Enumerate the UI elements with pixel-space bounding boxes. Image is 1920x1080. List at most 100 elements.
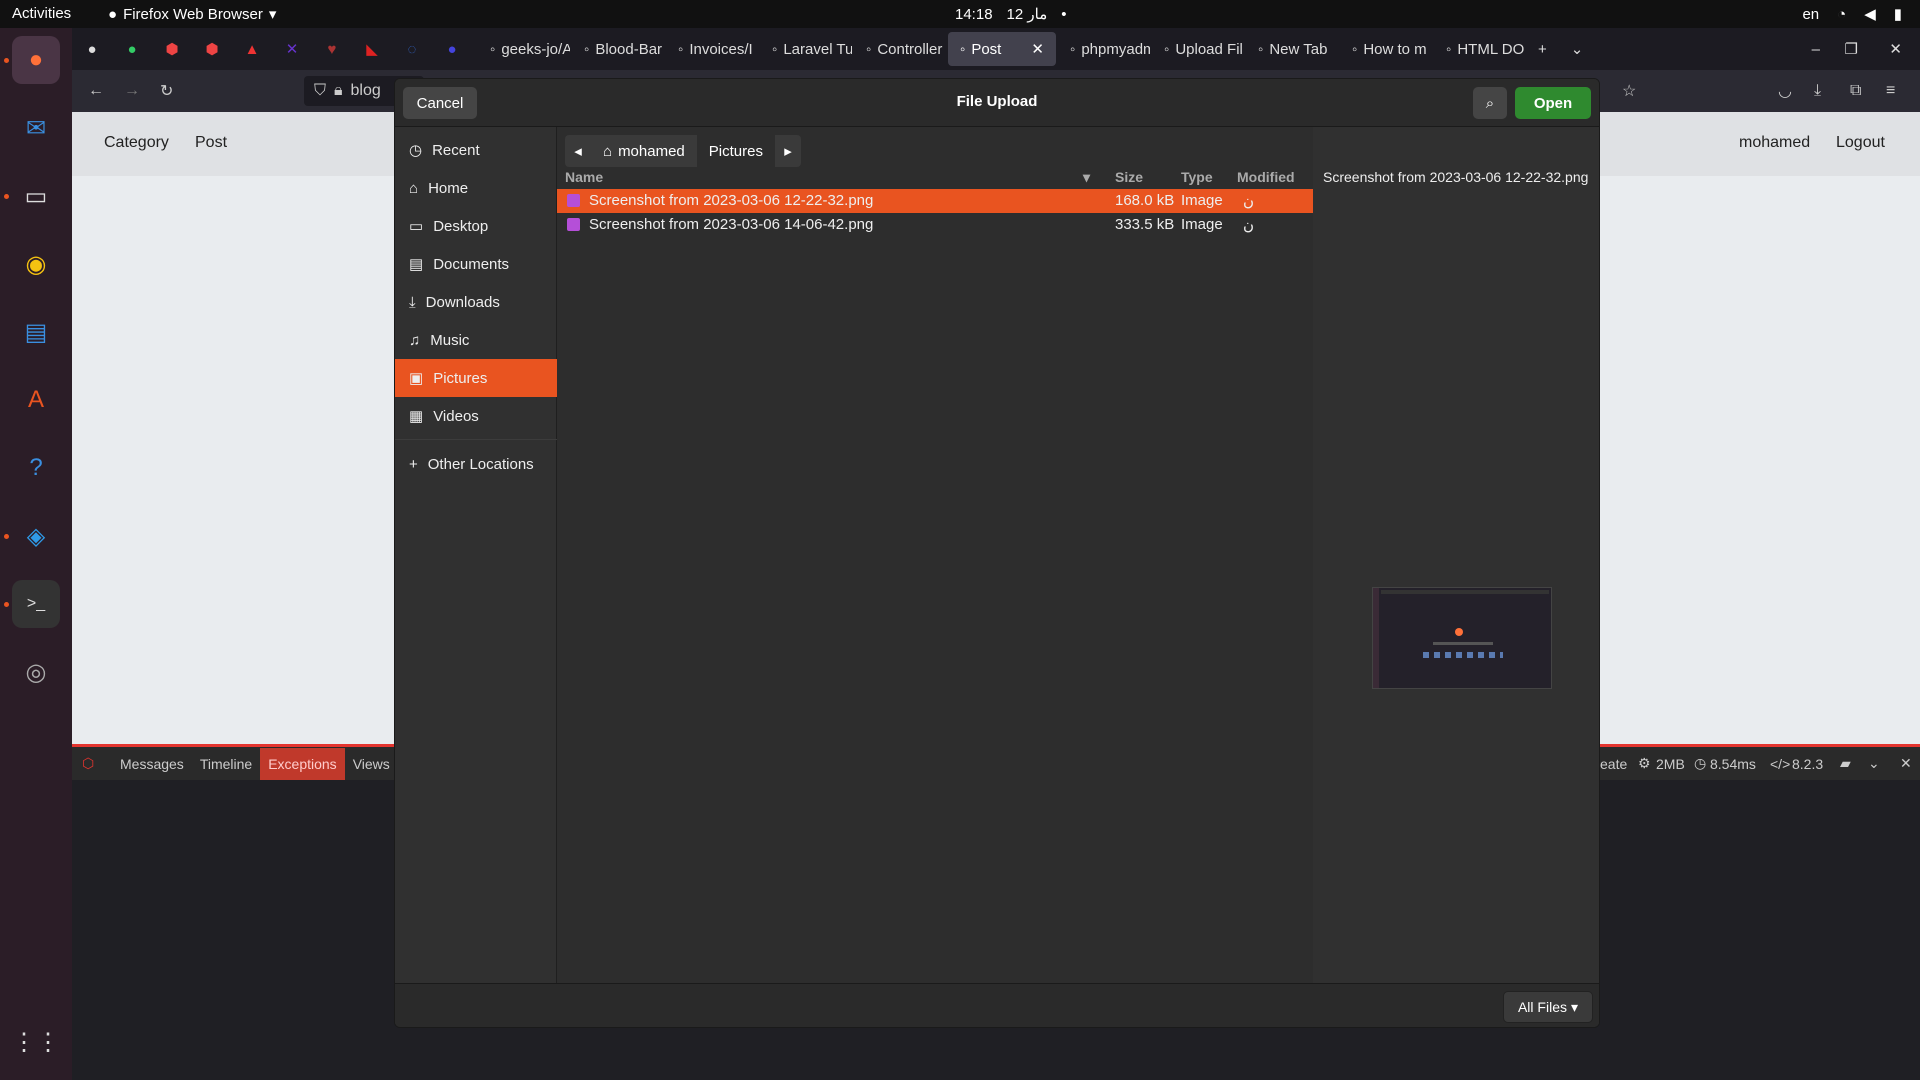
path-segment-label: mohamed (618, 142, 685, 160)
pinned-tab-icon[interactable]: ▲ (232, 41, 272, 58)
laravel-icon[interactable]: ⬡ (82, 755, 112, 772)
sidebar-item-music[interactable]: ♫ Music (395, 321, 557, 359)
minimize-icon[interactable]: – (1812, 41, 1820, 58)
tab-label: phpmyadmin (1081, 40, 1150, 58)
window-close-icon[interactable]: ✕ (1889, 40, 1902, 58)
pinned-tab-icon[interactable]: ◣ (352, 40, 392, 58)
sidebar-item-other-locations[interactable]: + Other Locations (395, 445, 557, 483)
sidebar-item-home[interactable]: ⌂ Home (395, 169, 557, 207)
restore-icon[interactable]: ❐ (1845, 40, 1858, 58)
path-segment-home[interactable]: ⌂ mohamed (591, 135, 697, 167)
system-tray[interactable]: en ◔ ◀ ▮ (1802, 5, 1902, 24)
help-dock-icon[interactable]: ? (12, 444, 60, 492)
dialog-title: File Upload (956, 93, 1038, 110)
open-button[interactable]: Open (1515, 87, 1591, 119)
new-tab-icon[interactable]: + (1538, 41, 1547, 58)
software-dock-icon[interactable]: A (12, 376, 60, 424)
tab-list-icon[interactable]: ⌄ (1571, 40, 1584, 58)
tab-4[interactable]: ◦ Controller (854, 32, 946, 66)
pinned-tab-icon[interactable]: ● (112, 41, 152, 58)
pinned-tab-icon[interactable]: ✕ (272, 40, 312, 58)
activities-button[interactable]: Activities (12, 5, 71, 22)
tab-2[interactable]: ◦ Invoices/I (666, 32, 758, 66)
pinned-tab-icon[interactable]: ♥ (312, 41, 352, 58)
downloads-icon[interactable]: ⤓ (1814, 82, 1821, 100)
sidebar-separator (395, 439, 557, 440)
pinned-tab-icon[interactable]: ⬢ (152, 40, 192, 58)
tab-0[interactable]: ◦ geeks-jo/A (478, 32, 570, 66)
user-name[interactable]: mohamed (1739, 134, 1810, 152)
tab-7[interactable]: ◦ Upload Fil (1152, 32, 1244, 66)
nav-link-post[interactable]: Post (195, 134, 227, 152)
writer-dock-icon[interactable]: ▤ (12, 308, 60, 356)
preview-filename: Screenshot from 2023-03-06 12-22-32.png (1323, 169, 1589, 185)
pinned-tab-icon[interactable]: ● (432, 41, 472, 58)
tab-3[interactable]: ◦ Laravel Tu (760, 32, 852, 66)
sort-down-icon[interactable]: ▾ (1083, 169, 1090, 186)
sidebar-item-downloads[interactable]: ⤓ Downloads (395, 283, 557, 321)
logout-link[interactable]: Logout (1836, 134, 1885, 152)
tab-label: Controller (877, 40, 943, 58)
disc-dock-icon[interactable]: ◎ (12, 648, 60, 696)
sidebar-item-pictures[interactable]: ▣ Pictures (395, 359, 557, 397)
file-row[interactable]: Screenshot from 2023-03-06 12-22-32.png 1… (557, 189, 1313, 213)
forward-icon[interactable]: → (124, 82, 140, 100)
tab-label: Laravel Tu (783, 40, 852, 58)
pinned-tab-icon[interactable]: ⬢ (192, 40, 232, 58)
sidebar-item-documents[interactable]: ▤ Documents (395, 245, 557, 283)
thunderbird-dock-icon[interactable]: ✉ (12, 104, 60, 152)
menu-icon[interactable]: ≡ (1886, 82, 1895, 100)
tab-10[interactable]: ◦ HTML DO (1434, 32, 1526, 66)
sidebar-item-recent[interactable]: ◷ Recent (395, 131, 557, 169)
tab-close-icon[interactable]: ✕ (1031, 40, 1044, 58)
clock[interactable]: 14:18 12 مار • (955, 5, 1067, 24)
column-name[interactable]: Name (565, 169, 603, 185)
firefox-view-icon[interactable]: ● (72, 41, 112, 58)
files-dock-icon[interactable]: ▭ (12, 172, 60, 220)
tab-1[interactable]: ◦ Blood-Bar (572, 32, 664, 66)
tab-6[interactable]: ◦ phpmyadmin (1058, 32, 1150, 66)
debug-tab-timeline[interactable]: Timeline (192, 756, 260, 772)
debug-close-icon[interactable]: ✕ (1900, 755, 1912, 772)
pinned-tab-icon[interactable]: ◌ (392, 41, 432, 58)
language-indicator[interactable]: en (1802, 6, 1819, 23)
terminal-dock-icon[interactable]: >_ (12, 580, 60, 628)
path-back-icon[interactable]: ◂ (565, 135, 591, 167)
column-modified[interactable]: Modified (1237, 169, 1295, 185)
rhythmbox-dock-icon[interactable]: ◉ (12, 240, 60, 288)
debug-tab-views[interactable]: Views (345, 756, 398, 772)
tab-9[interactable]: ◦ How to m (1340, 32, 1432, 66)
debug-tab-messages[interactable]: Messages (112, 756, 192, 772)
extensions-icon[interactable]: ⧉ (1850, 82, 1861, 100)
column-size[interactable]: Size (1115, 169, 1143, 185)
path-segment-pictures[interactable]: Pictures (696, 135, 775, 167)
back-icon[interactable]: ← (88, 82, 104, 100)
debug-time: 8.54ms (1710, 755, 1756, 772)
sidebar-item-desktop[interactable]: ▭ Desktop (395, 207, 557, 245)
file-modified: ن (1243, 193, 1255, 210)
picture-icon: ▣ (409, 370, 424, 387)
apps-grid-icon[interactable]: ⋮⋮ (12, 1018, 60, 1066)
path-forward-icon[interactable]: ▸ (774, 135, 801, 167)
firefox-dock-icon[interactable]: ● (12, 36, 60, 84)
home-icon: ⌂ (409, 179, 419, 197)
bookmark-star-icon[interactable]: ☆ (1622, 81, 1636, 101)
debug-tab-exceptions[interactable]: Exceptions (260, 747, 345, 780)
vscode-dock-icon[interactable]: ◈ (12, 512, 60, 560)
sidebar-item-label: Other Locations (427, 455, 534, 473)
pocket-icon[interactable]: ◡ (1778, 81, 1792, 101)
search-icon[interactable]: ⌕ (1473, 87, 1507, 119)
file-row[interactable]: Screenshot from 2023-03-06 14-06-42.png 3… (557, 213, 1313, 237)
folder-icon[interactable]: ▰ (1840, 755, 1851, 772)
nav-link-category[interactable]: Category (104, 134, 169, 152)
file-filter-dropdown[interactable]: All Files ▾ (1503, 991, 1593, 1023)
tab-favicon-icon: ◦ (1352, 40, 1358, 58)
column-type[interactable]: Type (1181, 169, 1213, 185)
tab-5[interactable]: ◦ Post ✕ (948, 32, 1056, 66)
tab-8[interactable]: ◦ New Tab (1246, 32, 1338, 66)
sidebar-item-label: Desktop (433, 217, 489, 235)
app-menu[interactable]: ● Firefox Web Browser ▾ (108, 5, 276, 24)
reload-icon[interactable]: ↻ (160, 81, 173, 101)
collapse-icon[interactable]: ⌄ (1868, 755, 1880, 772)
sidebar-item-videos[interactable]: ▦ Videos (395, 397, 557, 435)
